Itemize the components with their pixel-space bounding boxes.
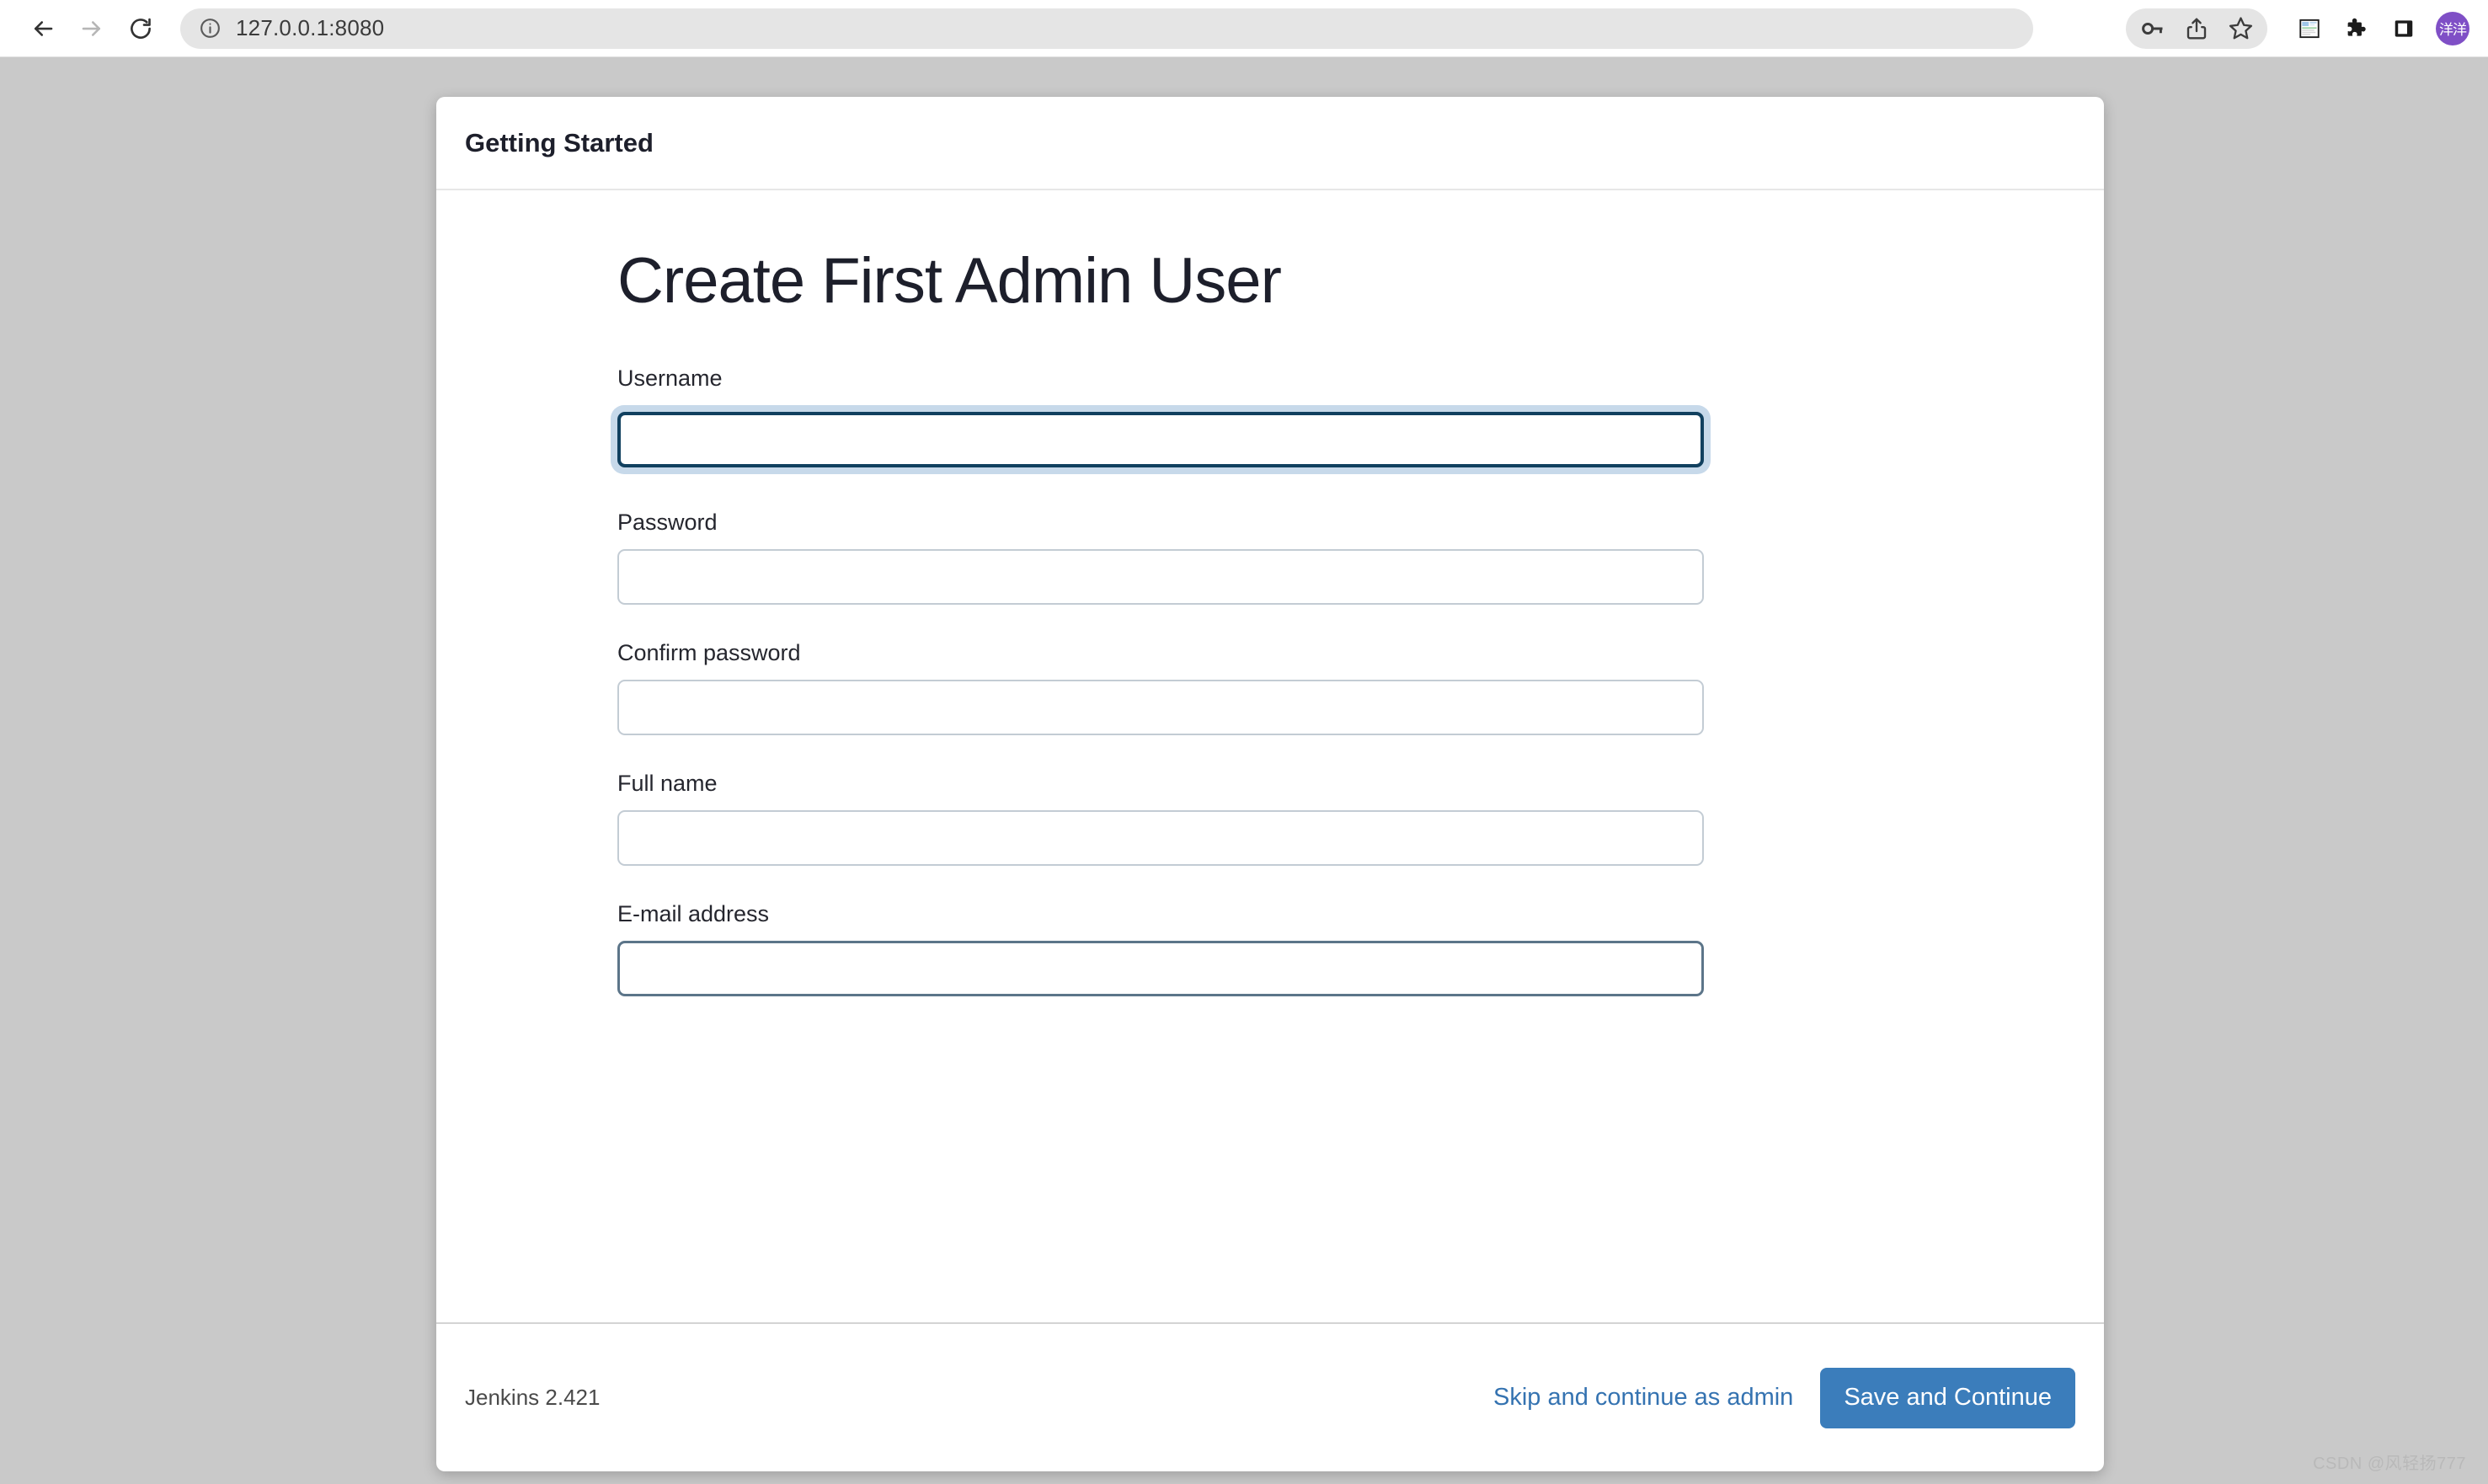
username-input[interactable] [617,411,1704,467]
password-key-icon[interactable] [2131,8,2175,49]
confirm-password-input[interactable] [617,679,1704,735]
form-heading: Create First Admin User [617,245,1282,317]
label-password: Password [617,509,718,535]
arrow-left-icon [30,16,56,41]
field-confirm-password: Confirm password [617,640,1704,735]
bookmark-star-icon[interactable] [2218,8,2262,49]
forward-button[interactable] [67,4,116,53]
skip-and-continue-as-admin-link[interactable]: Skip and continue as admin [1493,1384,1793,1412]
toolbar-action-group [2126,8,2267,49]
label-email: E-mail address [617,900,770,926]
browser-toolbar: 127.0.0.1:8080 洋洋 [0,0,2488,57]
email-input[interactable] [617,940,1704,996]
footer-actions: Skip and continue as admin Save and Cont… [1493,1367,2075,1428]
save-and-continue-button[interactable]: Save and Continue [1820,1367,2075,1428]
label-confirm-password: Confirm password [617,639,801,665]
jenkins-version-label: Jenkins 2.421 [465,1385,601,1410]
extensions-puzzle-icon[interactable] [2333,8,2380,49]
username-focus-ring [611,404,1711,474]
field-email: E-mail address [617,901,1704,996]
field-username: Username [611,365,1711,474]
side-panel-icon[interactable] [2380,8,2427,49]
reading-list-icon[interactable] [2286,8,2333,49]
full-name-input[interactable] [617,809,1704,866]
back-button[interactable] [19,4,67,53]
card-body: Create First Admin User Username Passwor… [436,190,2104,1322]
address-bar-text: 127.0.0.1:8080 [236,15,385,40]
address-bar[interactable]: 127.0.0.1:8080 [180,8,2033,49]
label-full-name: Full name [617,770,718,796]
admin-user-form: Create First Admin User Username Passwor… [611,245,1711,996]
share-icon[interactable] [2175,8,2218,49]
password-input[interactable] [617,548,1704,605]
watermark: CSDN @风轻扬777 [2313,1455,2466,1473]
label-username: Username [617,365,723,391]
page-viewport: Getting Started Create First Admin User … [0,57,2488,1484]
field-full-name: Full name [617,771,1704,866]
reload-icon [128,16,153,41]
reload-button[interactable] [116,4,165,53]
setup-wizard-card: Getting Started Create First Admin User … [436,97,2104,1471]
info-circle-icon[interactable] [195,14,224,43]
card-header: Getting Started [436,97,2104,190]
profile-avatar[interactable]: 洋洋 [2436,11,2469,45]
arrow-right-icon [79,16,104,41]
card-footer: Jenkins 2.421 Skip and continue as admin… [436,1322,2104,1471]
field-password: Password [617,510,1704,605]
page-title: Getting Started [465,127,654,157]
toolbar-actions: 洋洋 [2126,8,2469,49]
